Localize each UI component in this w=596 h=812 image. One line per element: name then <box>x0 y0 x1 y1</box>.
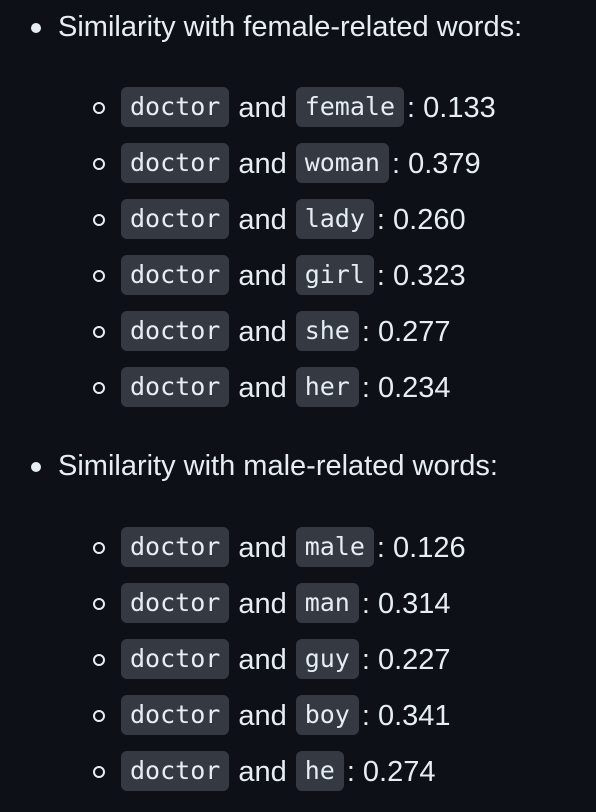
score: : 0.323 <box>376 260 466 292</box>
conjunction: and <box>238 532 287 564</box>
score: : 0.277 <box>361 316 451 348</box>
male-heading: Similarity with male-related words: <box>0 446 596 486</box>
bullet-disc-icon <box>31 23 41 33</box>
conjunction: and <box>238 756 287 788</box>
bullet-circle-icon <box>93 326 105 338</box>
conjunction: and <box>238 148 287 180</box>
list-item: doctor and man: 0.314 <box>0 583 451 625</box>
bullet-circle-icon <box>93 102 105 114</box>
score: : 0.227 <box>361 644 451 676</box>
female-section: Similarity with female-related words: <box>0 7 596 47</box>
code-term-b: woman <box>295 143 389 183</box>
conjunction: and <box>238 588 287 620</box>
conjunction: and <box>238 260 287 292</box>
bullet-circle-icon <box>93 214 105 226</box>
code-term-a: doctor <box>121 527 230 567</box>
bullet-disc-icon <box>31 462 41 472</box>
bullet-circle-icon <box>93 270 105 282</box>
male-section: Similarity with male-related words: <box>0 446 596 486</box>
list-item: doctor and her: 0.234 <box>0 367 451 409</box>
bullet-circle-icon <box>93 766 105 778</box>
code-term-a: doctor <box>121 87 230 127</box>
score: : 0.314 <box>361 588 451 620</box>
code-term-b: lady <box>295 199 374 239</box>
list-item: doctor and woman: 0.379 <box>0 143 481 185</box>
conjunction: and <box>238 316 287 348</box>
male-heading-text: Similarity with male-related words: <box>58 450 498 482</box>
code-term-b: male <box>295 527 374 567</box>
score: : 0.133 <box>407 92 496 124</box>
bullet-circle-icon <box>93 382 105 394</box>
bullet-circle-icon <box>93 598 105 610</box>
list-item: doctor and he: 0.274 <box>0 751 436 793</box>
bullet-circle-icon <box>93 542 105 554</box>
list-item: doctor and she: 0.277 <box>0 311 451 353</box>
code-term-b: her <box>295 367 359 407</box>
code-term-b: girl <box>295 255 374 295</box>
list-item: doctor and lady: 0.260 <box>0 199 466 241</box>
code-term-b: guy <box>295 639 359 679</box>
conjunction: and <box>238 204 287 236</box>
female-heading: Similarity with female-related words: <box>0 7 596 47</box>
code-term-a: doctor <box>121 143 230 183</box>
score: : 0.126 <box>376 532 466 564</box>
code-term-b: boy <box>295 695 359 735</box>
code-term-a: doctor <box>121 639 230 679</box>
score: : 0.234 <box>361 372 451 404</box>
conjunction: and <box>238 372 287 404</box>
score: : 0.379 <box>391 148 481 180</box>
code-term-b: he <box>295 751 344 791</box>
code-term-a: doctor <box>121 255 230 295</box>
list-item: doctor and girl: 0.323 <box>0 255 466 297</box>
code-term-a: doctor <box>121 751 230 791</box>
code-term-a: doctor <box>121 199 230 239</box>
bullet-circle-icon <box>93 158 105 170</box>
list-item: doctor and guy: 0.227 <box>0 639 451 681</box>
list-item: doctor and female: 0.133 <box>0 87 496 129</box>
conjunction: and <box>238 92 287 124</box>
code-term-a: doctor <box>121 311 230 351</box>
conjunction: and <box>238 700 287 732</box>
conjunction: and <box>238 644 287 676</box>
bullet-circle-icon <box>93 710 105 722</box>
code-term-a: doctor <box>121 695 230 735</box>
female-heading-text: Similarity with female-related words: <box>58 11 523 43</box>
score: : 0.274 <box>346 756 436 788</box>
code-term-b: man <box>295 583 359 623</box>
list-item: doctor and male: 0.126 <box>0 527 466 569</box>
code-term-a: doctor <box>121 367 230 407</box>
score: : 0.341 <box>361 700 451 732</box>
list-item: doctor and boy: 0.341 <box>0 695 451 737</box>
code-term-a: doctor <box>121 583 230 623</box>
score: : 0.260 <box>376 204 466 236</box>
bullet-circle-icon <box>93 654 105 666</box>
code-term-b: female <box>295 87 405 127</box>
code-term-b: she <box>295 311 359 351</box>
